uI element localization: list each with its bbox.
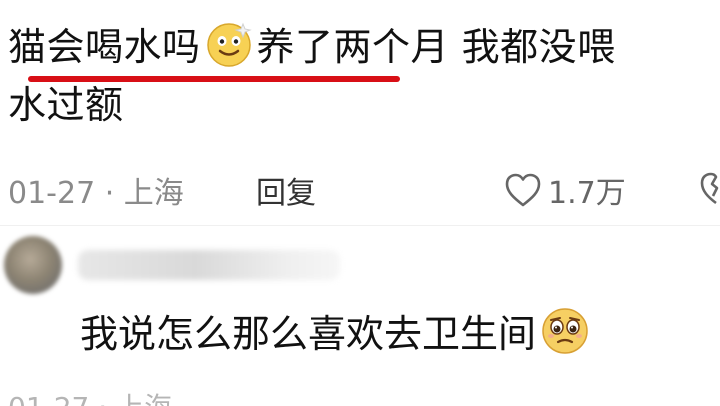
red-highlight-underline: [28, 76, 400, 82]
broken-heart-icon[interactable]: [698, 170, 720, 214]
comment-text-part-1: 猫会喝水吗: [8, 25, 201, 69]
username-blurred: [78, 250, 340, 280]
pleading-face-emoji-icon: [540, 306, 588, 354]
reply-button[interactable]: 回复: [256, 168, 316, 212]
comment-date: 01-27: [8, 176, 96, 211]
smiling-face-emoji-icon: [205, 21, 253, 69]
comment-line-2: 水过额: [8, 83, 124, 127]
like-count: 1.7万: [548, 176, 626, 211]
like-button[interactable]: 1.7万: [504, 168, 626, 212]
comment-text-part-2: 养了两个月 我都没喂: [256, 25, 616, 69]
comment-line-1: 猫会喝水吗 养了两个月 我都没喂: [8, 18, 720, 76]
comment-date-location: 01-27 · 上海: [8, 168, 184, 212]
avatar[interactable]: [4, 236, 62, 294]
reply-comment: 我说怎么那么喜欢去卫生间: [80, 306, 592, 362]
reply-meta-row-cropped: 01-27 · 上海: [8, 386, 720, 406]
comment-divider: [0, 225, 720, 226]
reply-comment-text: 我说怎么那么喜欢去卫生间: [80, 312, 537, 356]
comment-location: · 上海: [104, 176, 184, 211]
heart-icon: [505, 173, 541, 207]
reply-meta: 01-27 · 上海: [8, 386, 172, 406]
comment-meta-row: 01-27 · 上海 回复 1.7万: [8, 168, 720, 212]
